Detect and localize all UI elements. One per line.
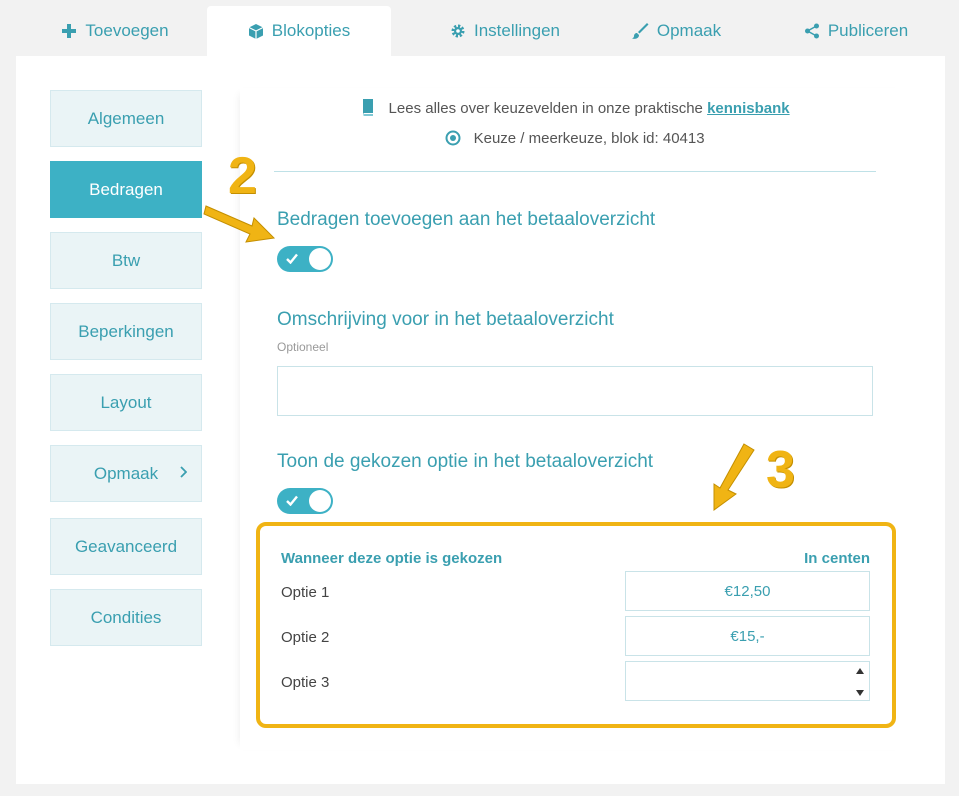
radio-dot-icon [445, 130, 461, 146]
cents-column-header: In centen [804, 550, 870, 567]
top-tab-bar: Toevoegen Blokopties Instellingen Opmaak… [0, 0, 959, 56]
knowledge-base-line: Lees alles over keuzevelden in onze prak… [240, 98, 910, 117]
book-icon [363, 99, 374, 116]
sidebar-item-label: Beperkingen [78, 321, 174, 341]
sidebar-item-label: Bedragen [89, 179, 163, 199]
annotation-step-number: 3 [766, 441, 795, 499]
sidebar-item-label: Layout [100, 392, 152, 412]
show-option-heading: Toon de gekozen optie in het betaaloverz… [277, 451, 654, 472]
sidebar-item-bedragen[interactable]: Bedragen [50, 161, 202, 218]
sidebar-item-algemeen[interactable]: Algemeen [50, 90, 202, 147]
cube-icon [248, 23, 264, 39]
brush-icon [631, 23, 649, 39]
tab-opmaak[interactable]: Opmaak [612, 6, 740, 56]
option-column-header: Wanneer deze optie is gekozen [281, 550, 503, 567]
sidebar-item-btw[interactable]: Btw [50, 232, 202, 289]
tab-publiceren[interactable]: Publiceren [788, 6, 924, 56]
tab-blokopties[interactable]: Blokopties [207, 6, 391, 56]
sidebar-item-beperkingen[interactable]: Beperkingen [50, 303, 202, 360]
sidebar-item-geavanceerd[interactable]: Geavanceerd [50, 518, 202, 575]
gear-icon [451, 24, 465, 38]
sidebar-item-label: Condities [90, 607, 162, 627]
description-hint: Optioneel [277, 340, 329, 354]
description-input[interactable] [277, 366, 873, 416]
option-label: Optie 3 [281, 674, 330, 691]
knowledge-base-link[interactable]: kennisbank [707, 100, 790, 117]
tab-label: Opmaak [656, 21, 722, 40]
tab-toevoegen[interactable]: Toevoegen [40, 6, 190, 56]
sidebar-item-label: Algemeen [87, 108, 165, 128]
share-icon [804, 23, 819, 39]
description-heading: Omschrijving voor in het betaaloverzicht [277, 309, 614, 330]
option-label: Optie 1 [281, 584, 330, 601]
knowledge-base-text: Lees alles over keuzevelden in onze prak… [388, 100, 703, 117]
annotation-arrow-icon [713, 443, 755, 511]
option-price-input[interactable]: €15,- [625, 616, 870, 656]
tab-label: Toevoegen [85, 21, 169, 40]
block-id-line: Keuze / meerkeuze, blok id: 40413 [240, 130, 910, 147]
option-label: Optie 2 [281, 629, 330, 646]
tab-label: Blokopties [271, 21, 351, 40]
check-icon [286, 253, 298, 264]
options-price-table: Wanneer deze optie is gekozen In centen … [256, 522, 896, 728]
tab-label: Publiceren [827, 21, 909, 40]
amounts-toggle[interactable] [277, 246, 333, 272]
annotation-arrow-icon [203, 205, 276, 243]
divider [274, 171, 876, 172]
check-icon [286, 495, 298, 506]
sidebar-item-condities[interactable]: Condities [50, 589, 202, 646]
show-option-toggle[interactable] [277, 488, 333, 514]
toggle-knob [309, 490, 331, 512]
toggle-knob [309, 248, 331, 270]
sidebar-item-opmaak[interactable]: Opmaak [50, 445, 202, 502]
chevron-right-icon [180, 466, 187, 478]
sidebar-item-label: Geavanceerd [74, 536, 178, 556]
block-type-text: Keuze / meerkeuze, blok id: 40413 [473, 130, 705, 147]
plus-icon [62, 24, 77, 38]
tab-instellingen[interactable]: Instellingen [415, 6, 595, 56]
amounts-heading: Bedragen toevoegen aan het betaaloverzic… [277, 209, 656, 230]
option-price-input[interactable]: €12,50 [625, 571, 870, 611]
sidebar-item-layout[interactable]: Layout [50, 374, 202, 431]
option-price-input[interactable] [625, 661, 870, 701]
number-spinner-icon[interactable] [855, 666, 865, 698]
tab-label: Instellingen [473, 21, 560, 40]
sidebar-item-label: Btw [111, 250, 141, 270]
sidebar-item-label: Opmaak [93, 463, 159, 483]
